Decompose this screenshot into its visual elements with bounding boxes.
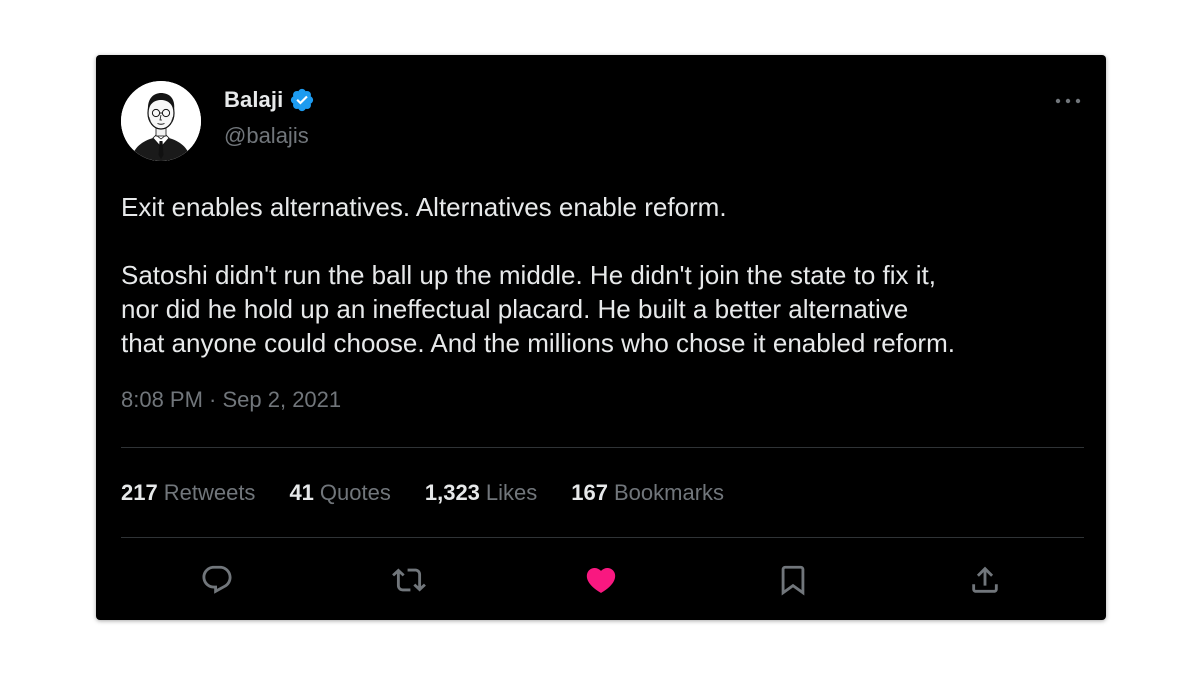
- tweet-paragraph: Exit enables alternatives. Alternatives …: [121, 192, 727, 222]
- reply-button[interactable]: [197, 560, 237, 600]
- bookmarks-label: Bookmarks: [614, 480, 725, 505]
- tweet-text: Exit enables alternatives. Alternatives …: [121, 190, 1096, 360]
- likes-label: Likes: [485, 480, 538, 505]
- avatar[interactable]: [121, 81, 201, 161]
- bookmark-button[interactable]: [773, 560, 813, 600]
- retweet-icon: [392, 568, 426, 592]
- author-name-row[interactable]: Balaji: [224, 87, 315, 113]
- tweet-line: that anyone could choose. And the millio…: [121, 328, 955, 358]
- engagement-stats: 217 Retweets 41 Quotes 1,323 Likes 167 Bookm…: [121, 480, 758, 506]
- quotes-stat[interactable]: 41 Quotes: [289, 480, 390, 506]
- share-button[interactable]: [965, 560, 1005, 600]
- tweet-card: Balaji @balajis Exit enables alternative…: [96, 55, 1106, 620]
- reply-icon: [202, 565, 232, 594]
- bookmarks-stat[interactable]: 167 Bookmarks: [571, 480, 724, 506]
- divider: [121, 537, 1084, 538]
- more-horizontal-icon[interactable]: [1054, 91, 1082, 111]
- verified-badge-icon: [289, 87, 315, 113]
- tweet-timestamp[interactable]: 8:08 PM · Sep 2, 2021: [121, 387, 341, 413]
- bookmarks-count: 167: [571, 480, 608, 505]
- tweet-line: Satoshi didn't run the ball up the middl…: [121, 260, 936, 290]
- tweet-line: nor did he hold up an ineffectual placar…: [121, 294, 909, 324]
- divider: [121, 447, 1084, 448]
- retweets-label: Retweets: [163, 480, 256, 505]
- tweet-actions: [121, 560, 1084, 600]
- retweet-button[interactable]: [389, 560, 429, 600]
- avatar-illustration: [121, 81, 201, 161]
- retweets-stat[interactable]: 217 Retweets: [121, 480, 255, 506]
- author-name[interactable]: Balaji: [224, 87, 283, 113]
- like-button[interactable]: [581, 560, 621, 600]
- likes-stat[interactable]: 1,323 Likes: [425, 480, 537, 506]
- quotes-count: 41: [289, 480, 314, 505]
- likes-count: 1,323: [424, 480, 480, 505]
- quotes-label: Quotes: [319, 480, 391, 505]
- bookmark-icon: [781, 565, 805, 596]
- author-handle[interactable]: @balajis: [224, 123, 309, 149]
- retweets-count: 217: [121, 480, 158, 505]
- share-icon: [972, 566, 998, 593]
- heart-icon: [586, 567, 616, 593]
